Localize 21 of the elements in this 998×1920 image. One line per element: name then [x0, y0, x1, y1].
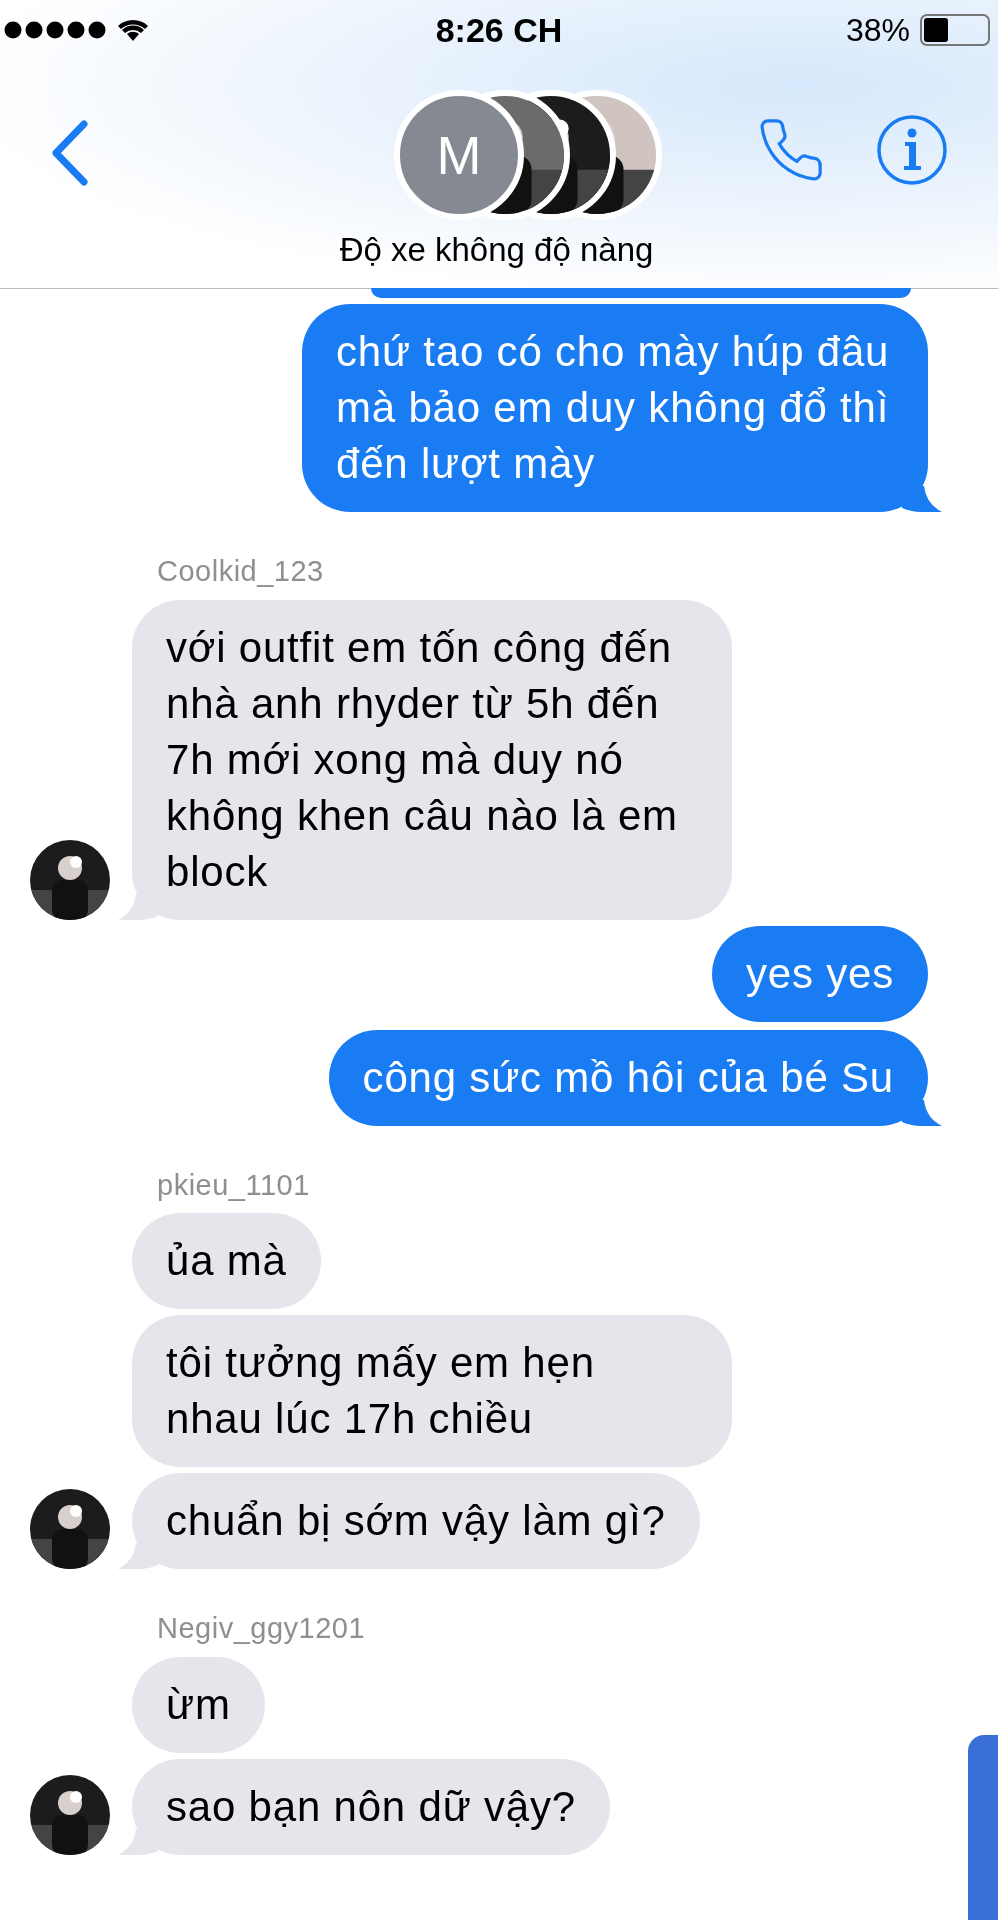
- back-icon[interactable]: [50, 120, 90, 186]
- message-bubble: chuẩn bị sớm vậy làm gì?: [132, 1473, 700, 1569]
- sender-name: Coolkid_123: [157, 555, 324, 587]
- status-time: 8:26 CH: [435, 9, 563, 51]
- message-bubble: tôi tưởng mấy em hẹn nhau lúc 17h chiều: [132, 1315, 732, 1467]
- message-bubble: ừm: [132, 1656, 265, 1753]
- info-icon[interactable]: [876, 114, 948, 186]
- sender-name: Negiv_ggy1201: [157, 1612, 366, 1644]
- message-bubble: sao bạn nôn dữ vậy?: [132, 1758, 610, 1855]
- conversation-title: Độ xe không độ nàng: [339, 229, 654, 270]
- battery-percent: 38%: [845, 11, 910, 50]
- message-bubble: công sức mồ hôi của bé Su: [328, 1029, 928, 1126]
- message-bubble: với outfit em tốn công đến nhà anh rhyder từ 5h đến 7h mới xong mà duy nó không khen câu nào là em block: [132, 599, 732, 920]
- group-avatar: M: [394, 90, 524, 220]
- wifi-icon: [116, 17, 150, 43]
- battery-icon: [920, 14, 990, 46]
- message-bubble: ủa mà: [132, 1213, 321, 1309]
- signal-icon: [4, 21, 108, 39]
- message-bubble: yes yes: [712, 925, 928, 1022]
- sender-name: pkieu_1101: [157, 1168, 310, 1201]
- message-bubble: chứ tao có cho mày húp đâu mà bảo em duy không đổ thì đến lượt mày: [302, 304, 928, 512]
